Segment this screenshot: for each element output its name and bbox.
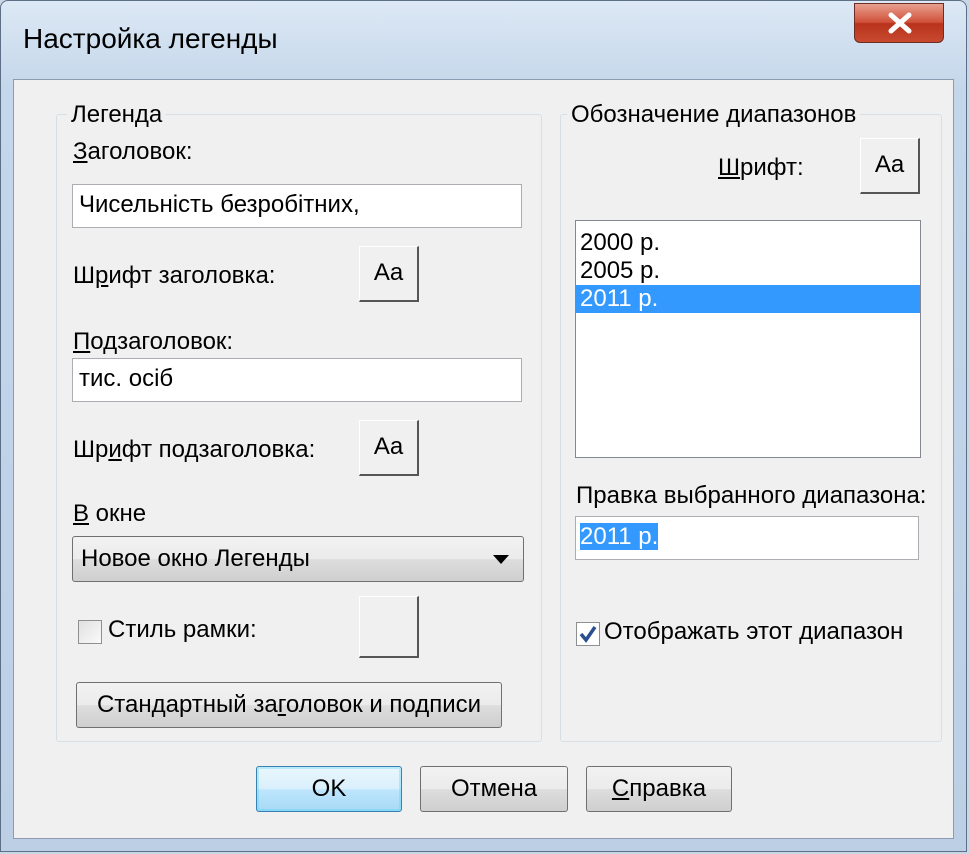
list-item-selected[interactable]: 2011 р.: [576, 285, 920, 313]
title-input[interactable]: Чисельність безробітних,: [72, 184, 522, 228]
subtitle-label: Подзаголовок:: [73, 328, 234, 355]
legend-group-label: Легенда: [67, 101, 167, 129]
legend-settings-dialog: Настройка легенды Легенда Заголовок: Чис…: [0, 0, 967, 852]
close-button[interactable]: [854, 3, 944, 43]
dialog-title: Настройка легенды: [23, 23, 278, 54]
title-bar[interactable]: Настройка легенды: [1, 1, 966, 79]
close-icon: [888, 12, 912, 34]
ranges-list[interactable]: 2000 р. 2005 р. 2011 р.: [575, 220, 921, 458]
subtitle-font-label: Шрифт подзаголовка:: [73, 436, 316, 463]
title-font-button[interactable]: Aa: [359, 246, 419, 302]
window-select-value: Новое окно Легенды: [81, 545, 310, 572]
ranges-font-button[interactable]: Aa: [860, 138, 920, 194]
show-range-label: Отображать этот диапазон: [604, 618, 904, 645]
ok-button[interactable]: OK: [256, 766, 402, 812]
ranges-group-label: Обозначение диапазонов: [567, 101, 861, 129]
window-select[interactable]: Новое окно Легенды: [72, 536, 524, 582]
list-item[interactable]: 2005 р.: [576, 257, 920, 285]
title-label: Заголовок:: [73, 138, 193, 165]
edit-range-input[interactable]: 2011 р.: [575, 516, 919, 560]
ranges-font-label: Шрифт:: [718, 154, 804, 181]
cancel-button[interactable]: Отмена: [420, 766, 568, 812]
frame-style-checkbox[interactable]: [78, 620, 102, 644]
checkmark-icon: [579, 626, 597, 643]
subtitle-font-button[interactable]: Aa: [359, 420, 419, 476]
show-range-checkbox[interactable]: [576, 622, 600, 646]
list-item[interactable]: 2000 р.: [576, 229, 920, 257]
frame-style-button[interactable]: [359, 596, 419, 658]
dialog-body: Легенда Заголовок: Чисельність безробітн…: [13, 79, 954, 839]
subtitle-input[interactable]: тис. осіб: [72, 358, 522, 402]
standard-title-button[interactable]: Стандартный заголовок и подписи: [76, 682, 502, 728]
title-font-label: Шрифт заголовка:: [73, 262, 276, 289]
edit-range-label: Правка выбранного диапазона:: [576, 482, 927, 509]
frame-style-label: Стиль рамки:: [108, 616, 257, 643]
window-label: В окне: [73, 500, 147, 527]
edit-range-value: 2011 р.: [580, 523, 659, 550]
help-button[interactable]: Справка: [586, 766, 732, 812]
chevron-down-icon: [493, 555, 509, 564]
